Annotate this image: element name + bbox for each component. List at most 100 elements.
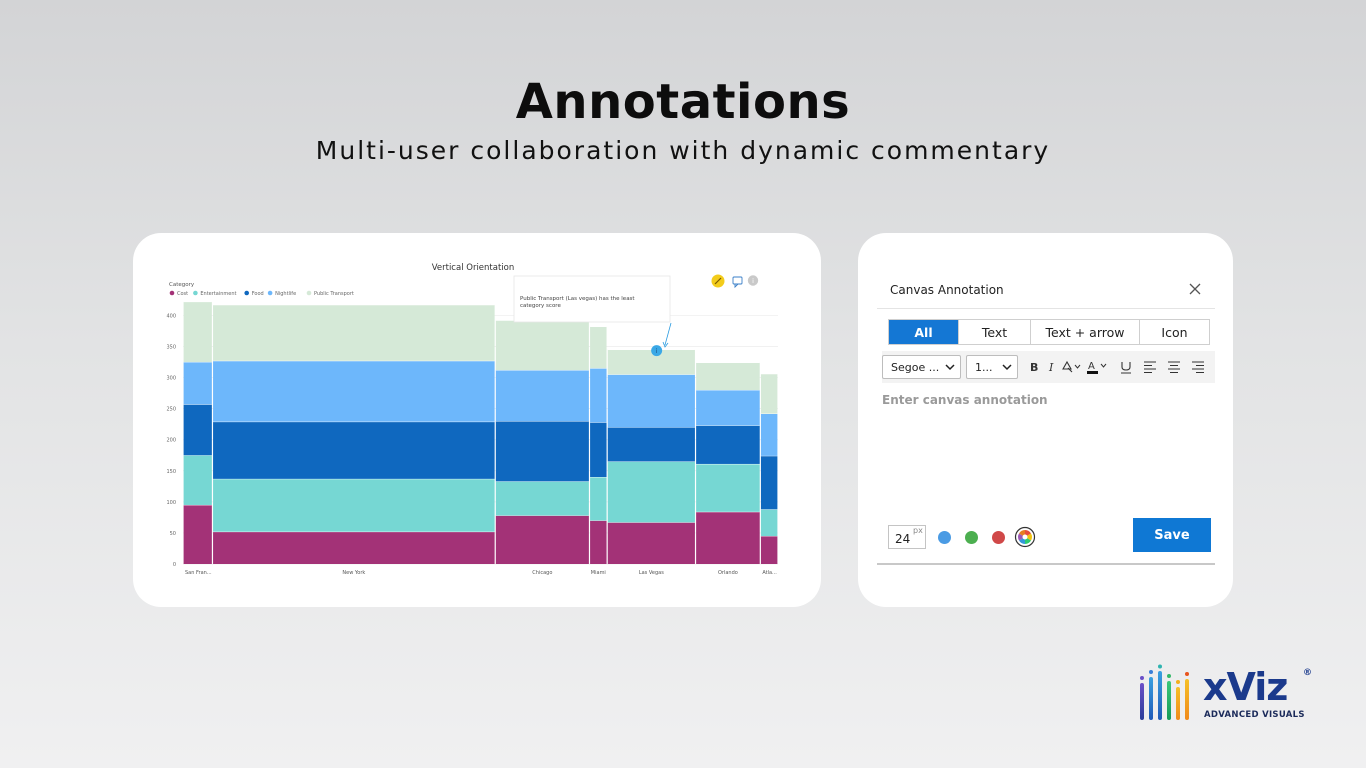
logo-wordmark: xViz	[1203, 665, 1288, 709]
page-subtitle: Multi-user collaboration with dynamic co…	[315, 136, 1051, 165]
annotation-text-input[interactable]: Enter canvas annotation	[882, 393, 1048, 407]
italic-icon[interactable]: I	[1044, 359, 1060, 375]
x-tick-label: Orlando	[718, 570, 738, 576]
bar-segment[interactable]	[590, 520, 607, 565]
annotation-text: Public Transport (Las vegas) has the lea…	[520, 296, 635, 302]
legend-label-4: Public Transport	[314, 291, 354, 297]
bar-segment[interactable]	[696, 425, 760, 464]
chevron-down-icon	[945, 364, 955, 371]
legend-marker-2[interactable]	[244, 290, 249, 296]
annotation-type-tabs: All Text Text + arrow Icon	[888, 319, 1210, 345]
align-right-icon[interactable]	[1190, 359, 1206, 375]
bar-segment[interactable]	[760, 536, 778, 564]
svg-text:I: I	[1048, 361, 1054, 374]
chart-title: Vertical Orientation	[432, 263, 515, 273]
color-swatch-green[interactable]	[965, 531, 978, 544]
panel-header: Canvas Annotation	[877, 273, 1215, 309]
y-tick-label: 0	[173, 562, 176, 568]
bold-icon[interactable]: B	[1026, 359, 1042, 375]
highlight-color-icon[interactable]	[1060, 359, 1082, 375]
legend-title: Category	[169, 282, 195, 288]
annotation-text: category score	[520, 303, 561, 309]
legend-marker-0[interactable]	[169, 290, 175, 296]
bar-segment[interactable]	[213, 304, 495, 361]
bar-segment[interactable]	[696, 362, 760, 390]
bar-segment[interactable]	[495, 481, 589, 516]
bar-segment[interactable]	[696, 511, 760, 564]
size-unit: px	[913, 526, 923, 535]
bar-segment[interactable]	[183, 362, 212, 405]
x-tick-label: Las Vegas	[639, 570, 664, 576]
font-family-select[interactable]: Segoe ...	[882, 355, 961, 379]
bar-segment[interactable]	[590, 422, 607, 477]
comment-icon-tail	[734, 283, 739, 289]
color-swatch-blue[interactable]	[938, 531, 951, 544]
bar-segment[interactable]	[696, 463, 760, 512]
xviz-logo: xViz ® ADVANCED VISUALS	[1138, 664, 1314, 724]
svg-text:B: B	[1030, 361, 1038, 374]
bar-segment[interactable]	[590, 326, 607, 369]
save-button[interactable]: Save	[1133, 518, 1211, 552]
comment-icon[interactable]	[732, 276, 743, 285]
bar-segment[interactable]	[760, 455, 778, 510]
page-title: Annotations	[515, 74, 851, 130]
bar-segment[interactable]	[213, 360, 495, 422]
bar-segment[interactable]	[607, 349, 695, 375]
logo-tagline: ADVANCED VISUALS	[1204, 710, 1305, 720]
font-size-px-input[interactable]: 24 px	[888, 525, 926, 549]
color-picker-icon[interactable]	[1014, 526, 1036, 548]
bar-segment[interactable]	[760, 373, 778, 414]
bar-segment[interactable]	[183, 455, 212, 505]
bar-segment[interactable]	[213, 478, 495, 532]
font-size-select[interactable]: 1...	[966, 355, 1018, 379]
bar-segment[interactable]	[760, 509, 778, 537]
legend-marker-4[interactable]	[306, 290, 312, 296]
y-tick-label: 150	[166, 469, 176, 475]
tab-text-arrow[interactable]: Text + arrow	[1031, 320, 1140, 344]
bar-segment[interactable]	[183, 301, 212, 363]
y-tick-label: 400	[166, 313, 176, 319]
annotation-arrow	[664, 322, 672, 346]
legend-marker-1[interactable]	[193, 290, 198, 296]
x-tick-label: San Fran...	[185, 570, 212, 576]
bar-segment[interactable]	[183, 404, 212, 456]
underline-icon[interactable]	[1118, 359, 1134, 375]
bar-segment[interactable]	[590, 477, 607, 521]
bar-segment[interactable]	[607, 427, 695, 462]
close-icon[interactable]	[1185, 279, 1205, 299]
bar-segment[interactable]	[607, 522, 695, 564]
bar-segment[interactable]	[183, 504, 212, 564]
tab-all[interactable]: All	[889, 320, 959, 344]
legend-label-2: Food	[252, 291, 264, 297]
bar-segment[interactable]	[607, 374, 695, 428]
tab-text[interactable]: Text	[959, 320, 1031, 344]
bar-segment[interactable]	[495, 421, 589, 482]
legend-label-1: Entertainment	[200, 291, 236, 297]
align-left-icon[interactable]	[1142, 359, 1158, 375]
bar-segment[interactable]	[495, 370, 589, 422]
bar-segment[interactable]	[213, 421, 495, 479]
align-center-icon[interactable]	[1166, 359, 1182, 375]
legend-marker-3[interactable]	[267, 290, 273, 296]
svg-text:A: A	[1088, 361, 1095, 372]
y-tick-label: 200	[166, 438, 176, 444]
bar-segment[interactable]	[495, 320, 589, 371]
bar-segment[interactable]	[607, 461, 695, 523]
bar-segment[interactable]	[696, 390, 760, 426]
y-tick-label: 300	[166, 376, 176, 382]
chevron-down-icon	[1002, 364, 1012, 371]
bar-segment[interactable]	[760, 413, 778, 456]
y-tick-label: 250	[166, 407, 176, 413]
font-color-icon[interactable]: A	[1087, 359, 1109, 375]
tab-icon[interactable]: Icon	[1140, 320, 1209, 344]
bar-segment[interactable]	[213, 531, 495, 564]
x-tick-label: Miami	[591, 570, 606, 576]
bar-segment[interactable]	[590, 368, 607, 423]
x-tick-label: Atla...	[762, 570, 777, 576]
annotation-card: Canvas Annotation All Text Text + arrow …	[858, 233, 1233, 607]
bar-segment[interactable]	[495, 515, 589, 564]
x-tick-label: New York	[342, 570, 365, 576]
marimekko-chart[interactable]: Vertical Orientation Category Cost Entertai…	[133, 233, 821, 607]
color-swatch-red[interactable]	[992, 531, 1005, 544]
y-tick-label: 100	[166, 500, 176, 506]
